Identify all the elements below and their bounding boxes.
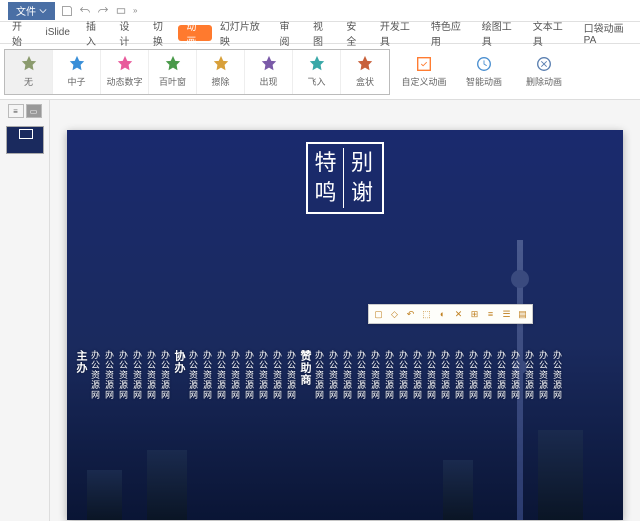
tb-icon[interactable]: ▤ <box>517 309 528 320</box>
credit-text[interactable]: 办公资源网 <box>537 350 549 400</box>
tb-icon[interactable]: ◇ <box>389 309 400 320</box>
tb-icon[interactable]: ◐ <box>437 309 448 320</box>
credit-text[interactable]: 办公资源网 <box>495 350 507 400</box>
tab-9[interactable]: 安全 <box>338 22 371 44</box>
credit-text[interactable]: 办公资源网 <box>313 350 325 400</box>
credit-text[interactable]: 办公资源网 <box>425 350 437 400</box>
ribbon-btn-0[interactable]: 自定义动画 <box>398 50 450 94</box>
undo-icon[interactable] <box>79 5 91 17</box>
credit-text[interactable]: 办公资源网 <box>551 350 563 400</box>
tab-0[interactable]: 开始 <box>4 22 37 44</box>
credit-text[interactable]: 办公资源网 <box>327 350 339 400</box>
credit-text[interactable]: 办公资源网 <box>117 350 129 400</box>
credit-text[interactable]: 办公资源网 <box>201 350 213 400</box>
tb-icon[interactable]: ⬚ <box>421 309 432 320</box>
slide[interactable]: 特鸣 别谢 ▢◇↶⬚◐✕⊞≡☰▤ 主办办公资源网办公资源网办公资源网办公资源网办… <box>67 130 623 520</box>
credit-text[interactable]: 办公资源网 <box>215 350 227 400</box>
anim-中子[interactable]: 中子 <box>53 50 101 94</box>
tab-2[interactable]: 插入 <box>78 22 111 44</box>
anim-百叶窗[interactable]: 百叶窗 <box>149 50 197 94</box>
credit-text[interactable]: 办公资源网 <box>271 350 283 400</box>
tab-6[interactable]: 幻灯片放映 <box>212 22 272 44</box>
credit-text[interactable]: 办公资源网 <box>369 350 381 400</box>
print-icon[interactable] <box>115 5 127 17</box>
slide-thumbnail-1[interactable] <box>6 126 44 154</box>
tb-icon[interactable]: ⊞ <box>469 309 480 320</box>
anim-出现[interactable]: 出现 <box>245 50 293 94</box>
workspace: ≡ ▭ 特鸣 别谢 ▢◇↶⬚◐✕⊞≡☰▤ 主办办公资源网办公资源网办公资源网办公… <box>0 100 640 521</box>
anim-擦除[interactable]: 擦除 <box>197 50 245 94</box>
credit-text[interactable]: 办公资源网 <box>523 350 535 400</box>
credit-text[interactable]: 主办 <box>75 350 87 400</box>
credit-text[interactable]: 办公资源网 <box>397 350 409 400</box>
tb-icon[interactable]: ✕ <box>453 309 464 320</box>
credit-text[interactable]: 协办 <box>173 350 185 400</box>
ribbon-btn-2[interactable]: 删除动画 <box>518 50 570 94</box>
credit-text[interactable]: 办公资源网 <box>131 350 143 400</box>
tab-12[interactable]: 绘图工具 <box>474 22 525 44</box>
tab-1[interactable]: iSlide <box>37 22 77 44</box>
anim-动态数字[interactable]: 动态数字 <box>101 50 149 94</box>
tb-icon[interactable]: ≡ <box>485 309 496 320</box>
credit-text[interactable]: 办公资源网 <box>355 350 367 400</box>
credit-text[interactable]: 办公资源网 <box>453 350 465 400</box>
tab-5[interactable]: 动画 <box>178 25 211 41</box>
credit-text[interactable]: 办公资源网 <box>439 350 451 400</box>
credit-text[interactable]: 赞助商 <box>299 350 311 400</box>
tb-icon[interactable]: ▢ <box>373 309 384 320</box>
credit-text[interactable]: 办公资源网 <box>383 350 395 400</box>
animation-gallery[interactable]: 无中子动态数字百叶窗擦除出现飞入盒状 <box>4 49 390 95</box>
ribbon: 无中子动态数字百叶窗擦除出现飞入盒状 自定义动画智能动画删除动画 <box>0 44 640 100</box>
credit-text[interactable]: 办公资源网 <box>257 350 269 400</box>
view-toggle[interactable]: ≡ ▭ <box>8 104 42 118</box>
qat-more-icon[interactable]: » <box>133 6 137 15</box>
outline-view-icon[interactable]: ≡ <box>8 104 24 118</box>
slide-panel: ≡ ▭ <box>0 100 50 521</box>
tab-13[interactable]: 文本工具 <box>525 22 576 44</box>
ribbon-tabs: 开始iSlide插入设计切换动画幻灯片放映审阅视图安全开发工具特色应用绘图工具文… <box>0 22 640 44</box>
credit-text[interactable]: 办公资源网 <box>481 350 493 400</box>
credit-text[interactable]: 办公资源网 <box>467 350 479 400</box>
anim-无[interactable]: 无 <box>5 50 53 94</box>
credit-text[interactable]: 办公资源网 <box>509 350 521 400</box>
anim-盒状[interactable]: 盒状 <box>341 50 389 94</box>
anim-飞入[interactable]: 飞入 <box>293 50 341 94</box>
tab-3[interactable]: 设计 <box>111 22 144 44</box>
tab-7[interactable]: 审阅 <box>271 22 304 44</box>
tb-icon[interactable]: ↶ <box>405 309 416 320</box>
credit-text[interactable]: 办公资源网 <box>411 350 423 400</box>
floating-mini-toolbar[interactable]: ▢ ◇ ↶ ⬚ ◐ ✕ ⊞ ≡ ☰ ▤ <box>368 304 533 324</box>
title-text-box[interactable]: 特鸣 别谢 <box>306 142 384 214</box>
credit-text[interactable]: 办公资源网 <box>243 350 255 400</box>
tab-14[interactable]: 口袋动画 PA <box>576 22 640 44</box>
credits-area[interactable]: 主办办公资源网办公资源网办公资源网办公资源网办公资源网办公资源网协办办公资源网办… <box>67 340 623 520</box>
tab-8[interactable]: 视图 <box>305 22 338 44</box>
tb-icon[interactable]: ☰ <box>501 309 512 320</box>
credit-text[interactable]: 办公资源网 <box>103 350 115 400</box>
tab-10[interactable]: 开发工具 <box>372 22 423 44</box>
tab-11[interactable]: 特色应用 <box>423 22 474 44</box>
credit-text[interactable]: 办公资源网 <box>285 350 297 400</box>
credit-text[interactable]: 办公资源网 <box>229 350 241 400</box>
credit-text[interactable]: 办公资源网 <box>89 350 101 400</box>
credit-text[interactable]: 办公资源网 <box>159 350 171 400</box>
redo-icon[interactable] <box>97 5 109 17</box>
credit-text[interactable]: 办公资源网 <box>187 350 199 400</box>
save-icon[interactable] <box>61 5 73 17</box>
tab-4[interactable]: 切换 <box>145 22 178 44</box>
ribbon-btn-1[interactable]: 智能动画 <box>458 50 510 94</box>
credit-text[interactable]: 办公资源网 <box>145 350 157 400</box>
thumbnail-view-icon[interactable]: ▭ <box>26 104 42 118</box>
canvas: 特鸣 别谢 ▢◇↶⬚◐✕⊞≡☰▤ 主办办公资源网办公资源网办公资源网办公资源网办… <box>50 100 640 521</box>
credit-text[interactable]: 办公资源网 <box>341 350 353 400</box>
